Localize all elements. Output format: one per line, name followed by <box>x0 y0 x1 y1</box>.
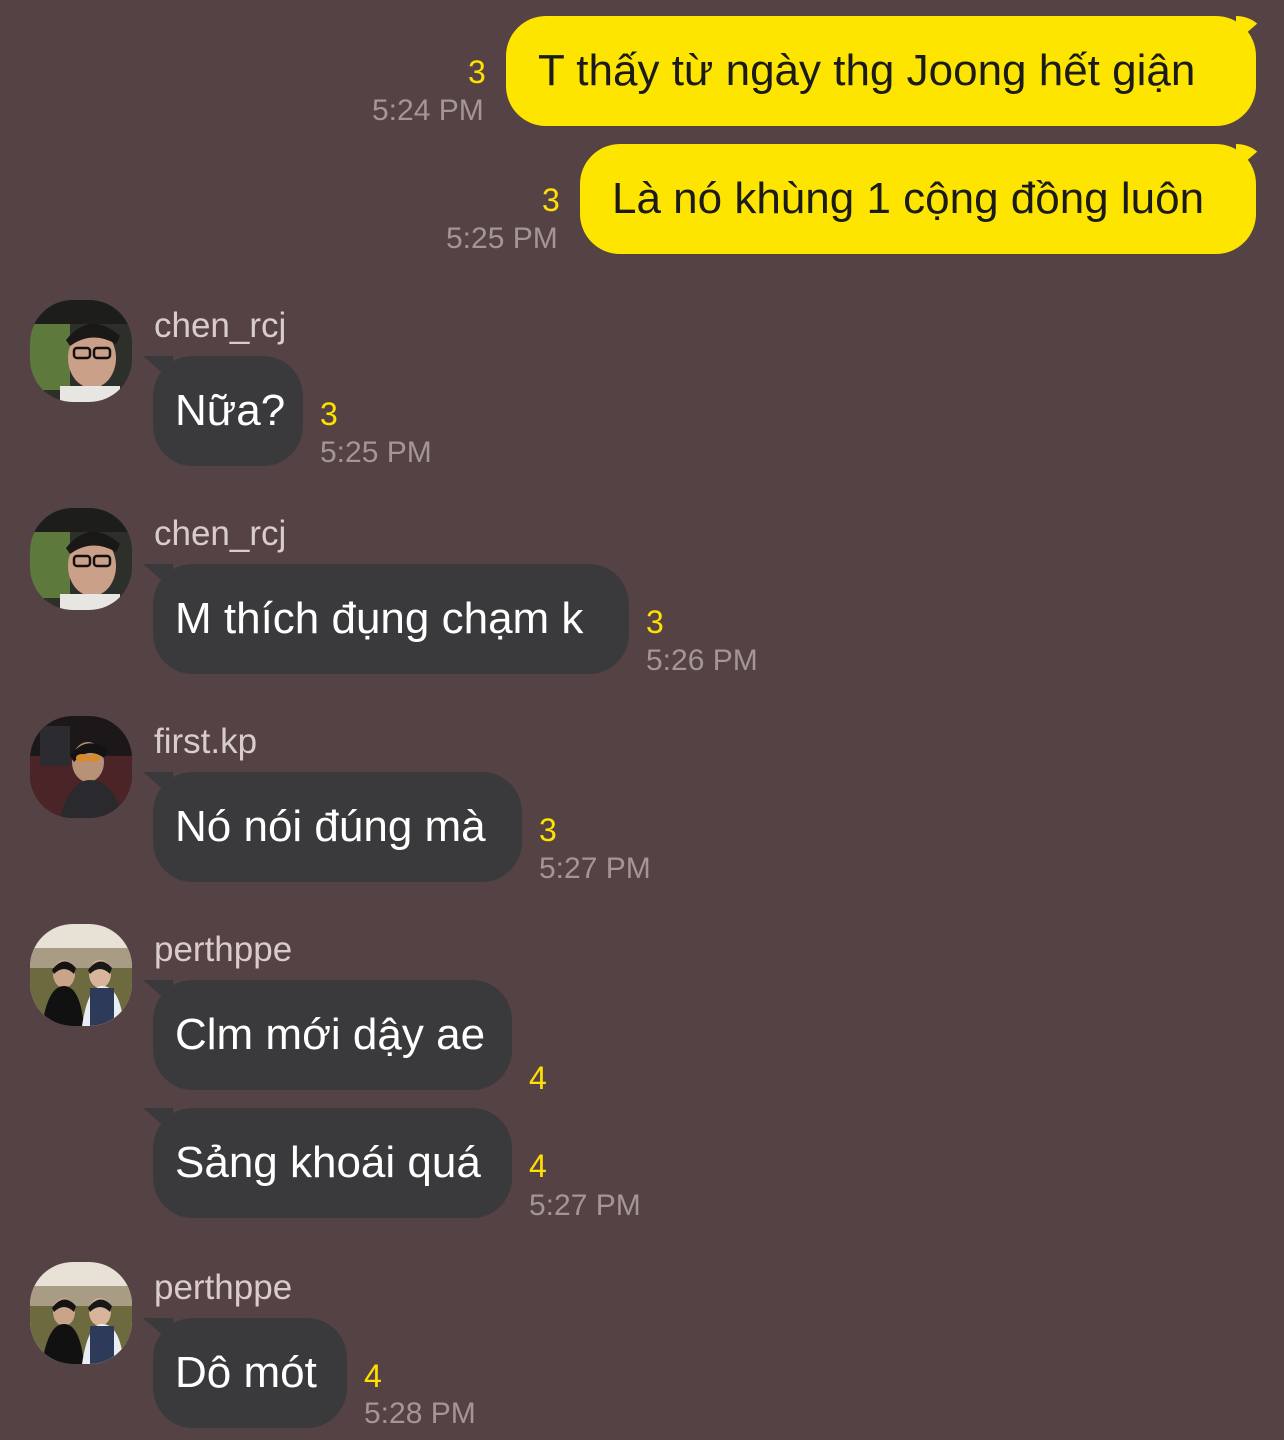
message-text: T thấy từ ngày thg Joong hết giận <box>538 46 1196 95</box>
incoming-message-bubble[interactable]: Nữa? <box>153 356 303 466</box>
message-text: Nó nói đúng mà <box>175 802 486 851</box>
incoming-message-bubble[interactable]: Nó nói đúng mà <box>153 772 522 882</box>
sender-name: first.kp <box>154 722 258 761</box>
outgoing-message-bubble[interactable]: T thấy từ ngày thg Joong hết giận <box>506 16 1256 126</box>
message-text: Clm mới dậy ae <box>175 1010 486 1059</box>
message-text: Sảng khoái quá <box>175 1138 481 1187</box>
message-text: Nữa? <box>175 386 286 435</box>
unread-count: 4 <box>364 1358 382 1394</box>
sender-name: chen_rcj <box>154 306 287 345</box>
avatar-first-icon[interactable] <box>30 716 132 818</box>
avatar-perth-icon[interactable] <box>30 924 132 1026</box>
sender-name: perthppe <box>154 930 293 969</box>
message-time: 5:27 PM <box>529 1189 641 1222</box>
sender-name: perthppe <box>154 1268 293 1307</box>
outgoing-message-bubble[interactable]: Là nó khùng 1 cộng đồng luôn <box>580 144 1256 254</box>
sender-name: chen_rcj <box>154 514 287 553</box>
message-text: Dô mót <box>175 1348 317 1397</box>
incoming-message-bubble[interactable]: Sảng khoái quá <box>153 1108 512 1218</box>
unread-count: 3 <box>539 812 557 848</box>
unread-count: 3 <box>646 604 664 640</box>
avatar-chen-icon[interactable] <box>30 300 132 402</box>
incoming-message-bubble[interactable]: Dô mót <box>153 1318 347 1428</box>
unread-count: 4 <box>529 1148 547 1184</box>
message-time: 5:27 PM <box>539 852 651 885</box>
incoming-message-bubble[interactable]: Clm mới dậy ae <box>153 980 512 1090</box>
message-time: 5:28 PM <box>364 1397 476 1430</box>
message-time: 5:25 PM <box>446 222 558 255</box>
incoming-message-bubble[interactable]: M thích đụng chạm k <box>153 564 629 674</box>
message-text: M thích đụng chạm k <box>175 594 584 643</box>
unread-count: 3 <box>542 182 560 218</box>
avatar-chen-icon[interactable] <box>30 508 132 610</box>
unread-count: 4 <box>529 1060 547 1096</box>
unread-count: 3 <box>320 396 338 432</box>
unread-count: 3 <box>468 54 486 90</box>
message-time: 5:25 PM <box>320 436 432 469</box>
message-time: 5:24 PM <box>372 94 484 127</box>
message-text: Là nó khùng 1 cộng đồng luôn <box>612 174 1205 223</box>
avatar-perth-icon[interactable] <box>30 1262 132 1364</box>
message-time: 5:26 PM <box>646 644 758 677</box>
